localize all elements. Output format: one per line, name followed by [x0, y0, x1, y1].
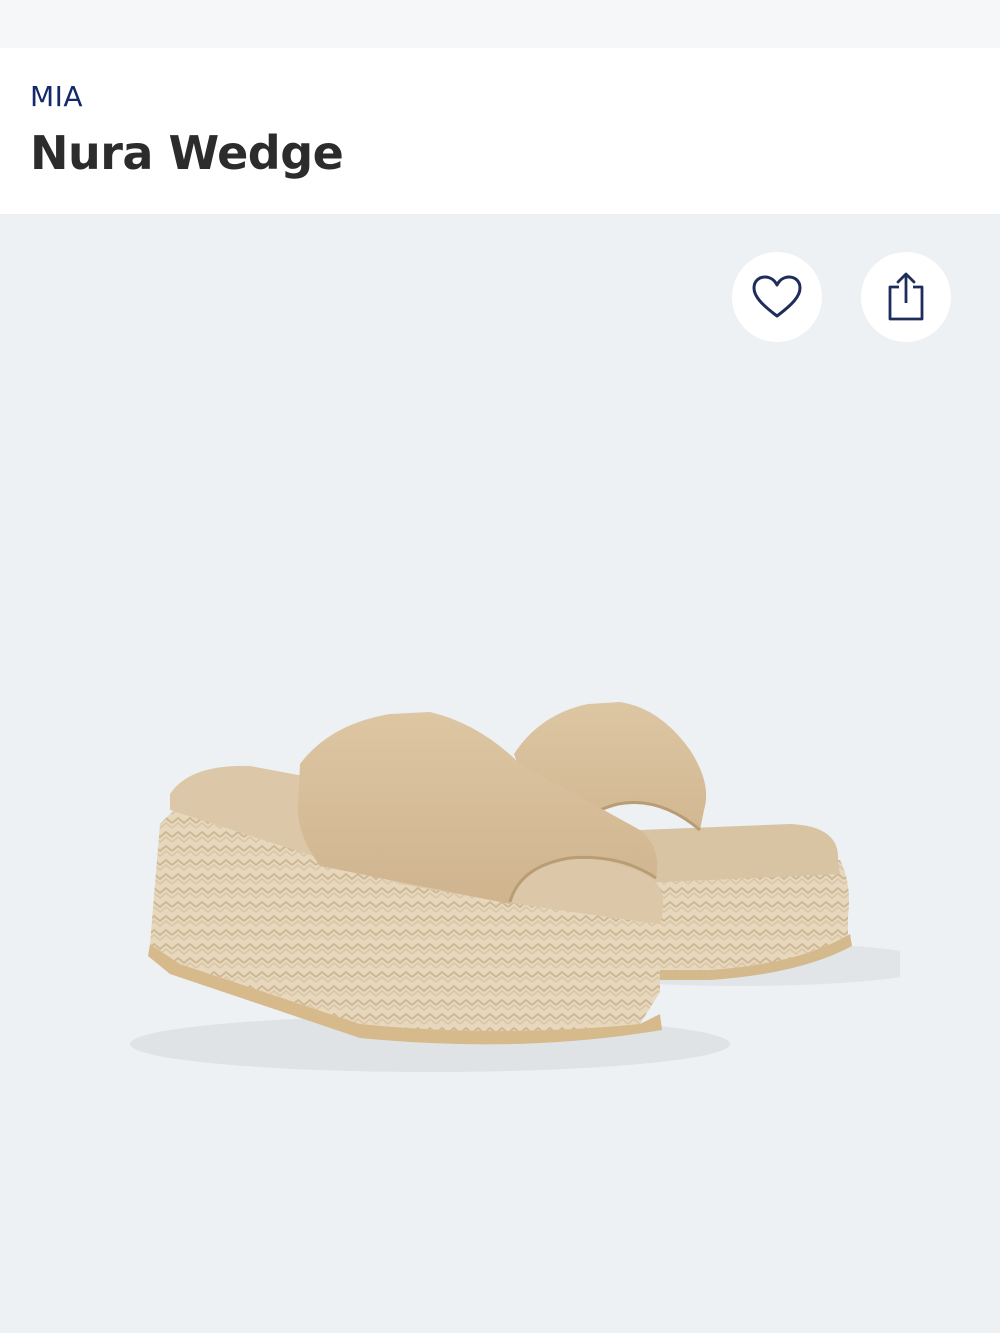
product-title: Nura Wedge: [30, 126, 344, 180]
product-image-gallery[interactable]: [0, 214, 1000, 1333]
share-upload-icon: [888, 272, 924, 321]
brand-name[interactable]: MIA: [30, 80, 83, 113]
heart-outline-icon: [752, 275, 802, 318]
status-bar-strip: [0, 0, 1000, 48]
share-button[interactable]: [861, 252, 951, 342]
product-photo-sandals: [130, 702, 900, 1072]
product-header: MIA Nura Wedge: [0, 48, 1000, 214]
favorite-button[interactable]: [732, 252, 822, 342]
